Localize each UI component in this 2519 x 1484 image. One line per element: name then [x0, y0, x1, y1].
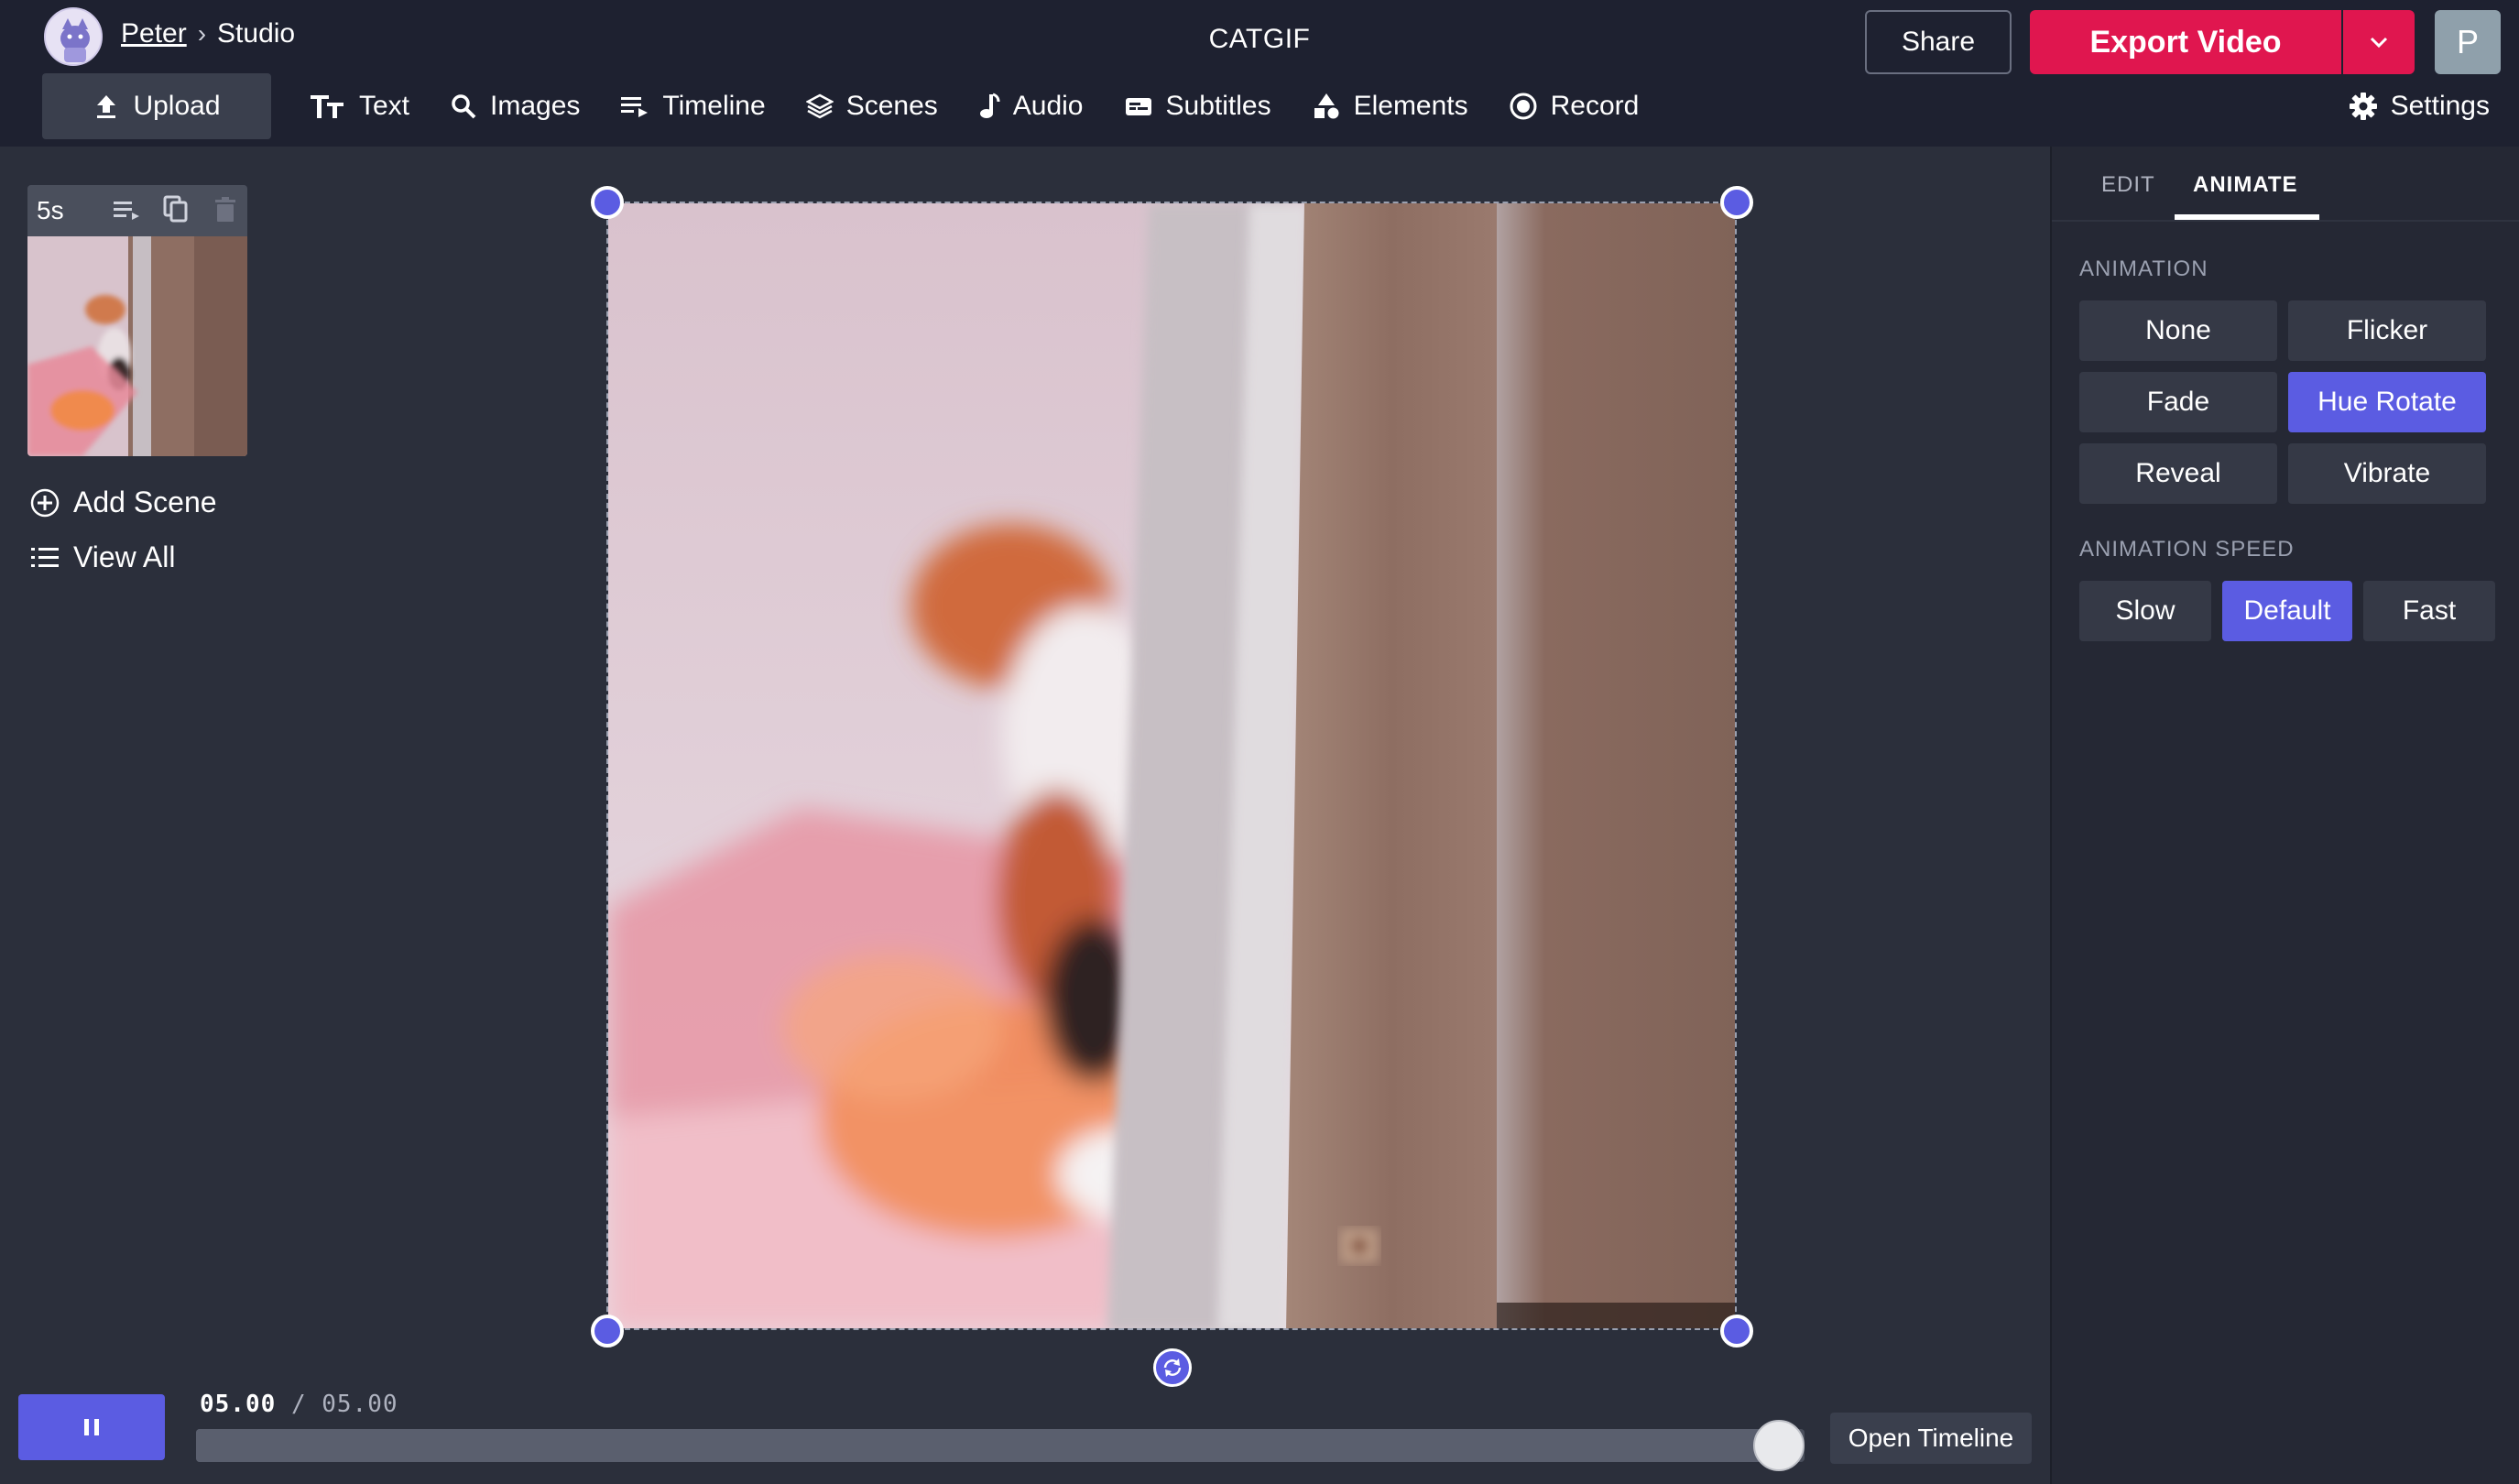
- images-tool-label: Images: [490, 91, 581, 121]
- pause-icon: [84, 1419, 99, 1435]
- profile-button[interactable]: P: [2435, 10, 2501, 74]
- rotate-icon: [1163, 1359, 1182, 1377]
- resize-handle-bottom-right[interactable]: [1720, 1315, 1753, 1348]
- open-timeline-button[interactable]: Open Timeline: [1830, 1413, 2032, 1464]
- scene-card-header: 5s: [27, 185, 247, 236]
- speed-slow-button[interactable]: Slow: [2079, 581, 2211, 641]
- panel-tabs: EDIT ANIMATE: [2052, 147, 2519, 222]
- time-separator: /: [290, 1391, 307, 1418]
- layers-icon: [805, 93, 834, 119]
- video-canvas[interactable]: [606, 202, 1737, 1330]
- animation-section-label: ANIMATION: [2079, 256, 2208, 281]
- timeline-tool-button[interactable]: Timeline: [600, 73, 785, 139]
- scenes-tool-button[interactable]: Scenes: [786, 73, 958, 139]
- tab-animate[interactable]: ANIMATE: [2193, 172, 2298, 198]
- gear-icon: [2349, 93, 2377, 120]
- export-video-button[interactable]: Export Video: [2030, 10, 2341, 74]
- audio-tool-button[interactable]: Audio: [958, 73, 1104, 139]
- timeline-tool-label: Timeline: [662, 91, 766, 121]
- speed-default-button[interactable]: Default: [2222, 581, 2352, 641]
- animation-flicker-button[interactable]: Flicker: [2288, 300, 2486, 361]
- breadcrumb: Peter › Studio: [121, 18, 295, 49]
- tab-edit[interactable]: EDIT: [2101, 172, 2155, 198]
- scenes-tool-label: Scenes: [845, 91, 938, 121]
- animation-reveal-button[interactable]: Reveal: [2079, 443, 2277, 504]
- animation-vibrate-button[interactable]: Vibrate: [2288, 443, 2486, 504]
- animation-hue-rotate-button[interactable]: Hue Rotate: [2288, 372, 2486, 432]
- timeline-icon: [621, 97, 649, 117]
- total-time: 05.00: [322, 1391, 398, 1418]
- rotate-handle[interactable]: [1153, 1348, 1192, 1387]
- text-icon: [311, 95, 344, 118]
- audio-tool-label: Audio: [1012, 91, 1084, 121]
- animation-speed-label: ANIMATION SPEED: [2079, 537, 2295, 562]
- resize-handle-top-right[interactable]: [1720, 186, 1753, 219]
- music-note-icon: [979, 93, 1000, 118]
- view-all-label: View All: [73, 540, 176, 573]
- top-bar: Peter › Studio CATGIF Share Export Video…: [0, 0, 2519, 147]
- playback-scrubber[interactable]: [196, 1420, 1805, 1471]
- add-scene-button[interactable]: Add Scene: [29, 486, 217, 519]
- upload-icon: [97, 95, 116, 118]
- animation-fade-button[interactable]: Fade: [2079, 372, 2277, 432]
- speed-fast-button[interactable]: Fast: [2363, 581, 2495, 641]
- add-scene-label: Add Scene: [73, 486, 217, 518]
- video-preview-image: [608, 203, 1735, 1328]
- subtitles-tool-button[interactable]: Subtitles: [1104, 73, 1292, 139]
- list-icon: [31, 547, 59, 567]
- images-tool-button[interactable]: Images: [430, 73, 600, 139]
- animation-none-button[interactable]: None: [2079, 300, 2277, 361]
- pause-button[interactable]: [18, 1394, 165, 1460]
- duplicate-icon[interactable]: [161, 194, 191, 224]
- main-toolbar: Upload Text Images Timeline Scenes Audio…: [42, 73, 1659, 139]
- text-tool-label: Text: [359, 91, 410, 121]
- elements-tool-button[interactable]: Elements: [1292, 73, 1488, 139]
- properties-panel: EDIT ANIMATE ANIMATION None Flicker Fade…: [2050, 147, 2519, 1484]
- scrubber-progress: [196, 1429, 1779, 1462]
- plus-circle-icon: [30, 488, 60, 517]
- current-time: 05.00: [200, 1391, 277, 1418]
- scene-card[interactable]: 5s: [27, 185, 247, 456]
- elements-tool-label: Elements: [1353, 91, 1468, 121]
- shapes-icon: [1314, 93, 1339, 119]
- breadcrumb-section: Studio: [217, 18, 296, 49]
- upload-label: Upload: [133, 91, 221, 121]
- settings-label: Settings: [2390, 91, 2490, 121]
- subtitles-icon: [1125, 98, 1151, 115]
- record-tool-button[interactable]: Record: [1488, 73, 1660, 139]
- trash-icon[interactable]: [211, 194, 240, 224]
- record-icon: [1510, 93, 1537, 120]
- breadcrumb-user-link[interactable]: Peter: [121, 18, 187, 49]
- record-tool-label: Record: [1550, 91, 1640, 121]
- export-options-button[interactable]: [2343, 10, 2415, 74]
- chevron-down-icon: [2370, 37, 2388, 49]
- time-display: 05.00 / 05.00: [200, 1391, 398, 1418]
- resize-handle-bottom-left[interactable]: [591, 1315, 624, 1348]
- user-avatar[interactable]: [44, 7, 103, 66]
- active-tab-indicator: [2175, 214, 2319, 220]
- resize-handle-top-left[interactable]: [591, 186, 624, 219]
- scene-thumbnail[interactable]: [27, 236, 247, 456]
- scene-duration[interactable]: 5s: [37, 196, 64, 225]
- view-all-button[interactable]: View All: [29, 540, 175, 574]
- breadcrumb-separator: ›: [197, 19, 207, 48]
- settings-button[interactable]: Settings: [2349, 73, 2490, 139]
- reorder-icon[interactable]: [112, 194, 141, 224]
- scrubber-handle[interactable]: [1753, 1420, 1805, 1471]
- text-tool-button[interactable]: Text: [289, 73, 430, 139]
- search-icon: [452, 94, 476, 119]
- subtitles-tool-label: Subtitles: [1165, 91, 1271, 121]
- upload-button[interactable]: Upload: [42, 73, 271, 139]
- share-button[interactable]: Share: [1865, 10, 2012, 74]
